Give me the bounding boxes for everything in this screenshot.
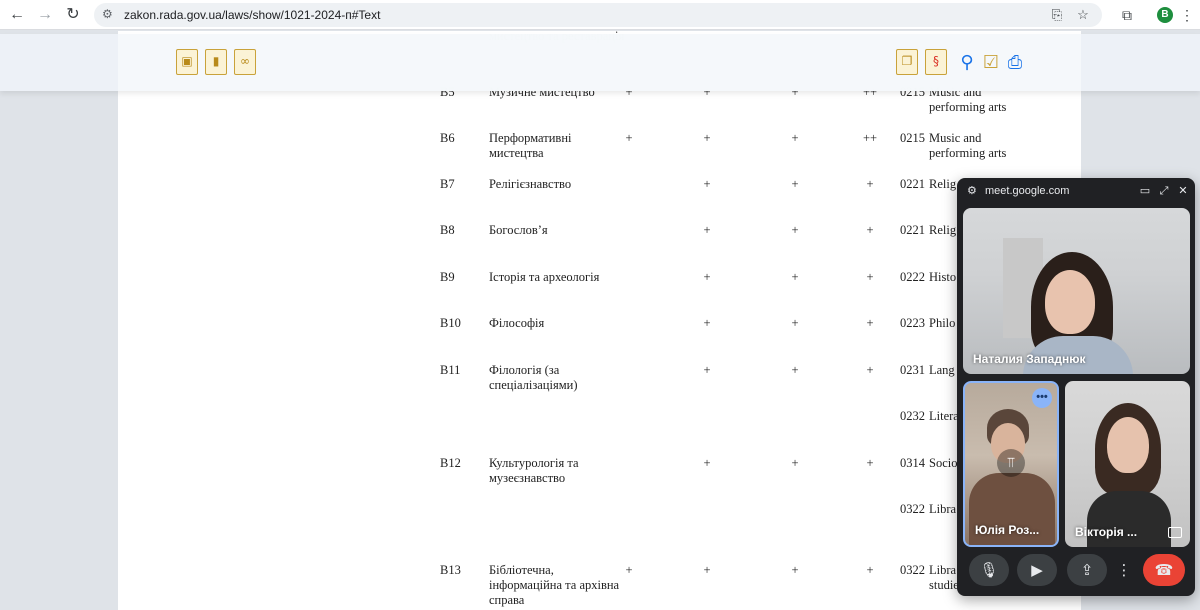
forward-arrow-icon[interactable]: → (34, 4, 56, 26)
table-cell-mark: + (703, 131, 711, 145)
table-cell-isced-code: 0215 (900, 131, 925, 145)
table-cell-name: Богослов’я (489, 223, 548, 237)
table-cell-code: B11 (440, 363, 461, 377)
mic-icon[interactable]: 🎙︎ (969, 554, 1009, 586)
table-cell-code: B10 (440, 316, 461, 330)
browser-toolbar: ← → ↻ ⚙ zakon.rada.gov.ua/laws/show/1021… (0, 0, 1200, 30)
camera-icon[interactable]: ▶︎ (1017, 554, 1057, 586)
more-icon[interactable]: ⋮ (1115, 554, 1133, 586)
table-cell-isced-code: 0223 (900, 316, 925, 330)
table-cell-mark: + (866, 456, 874, 470)
pip-site-title: meet.google.com (985, 185, 1070, 197)
pin-icon[interactable]: ⫪ (997, 449, 1025, 477)
table-cell-code: B8 (440, 223, 455, 237)
table-cell-mark: + (866, 223, 874, 237)
document-toolbar: ▣ ▮ ∞ ❐ § ⚲ ☑ ⎙ (0, 34, 1200, 91)
table-cell-name: Культурологія та музеєзнавство (489, 456, 579, 485)
end-call-icon[interactable]: ☎︎ (1143, 554, 1185, 586)
table-cell-mark: + (703, 363, 711, 377)
more-options-icon[interactable]: ••• (1032, 388, 1052, 408)
table-cell-mark: + (866, 177, 874, 191)
table-cell-isced-code: 0322 (900, 563, 925, 577)
table-cell-code: B9 (440, 270, 455, 284)
table-cell-mark: + (625, 131, 633, 145)
table-cell-mark: + (791, 131, 799, 145)
table-cell-isced-code: 0314 (900, 456, 925, 470)
briefcase-doc-icon[interactable]: ▣ (176, 49, 198, 75)
table-cell-name: Перформативні мистецтва (489, 131, 572, 160)
link-doc-icon[interactable]: ∞ (234, 49, 256, 75)
table-cell-mark: + (791, 316, 799, 330)
participant-face (1045, 270, 1095, 334)
table-cell-mark: ++ (862, 131, 878, 145)
search-icon[interactable]: ⚲ (955, 51, 979, 75)
back-to-tab-icon[interactable]: ⤢ (1156, 183, 1172, 199)
meet-pip-window[interactable]: ⚙ meet.google.com ▭ ⤢ ✕ Наталия Западнюк… (957, 178, 1195, 596)
table-cell-mark: + (703, 563, 711, 577)
table-cell-mark: + (791, 563, 799, 577)
table-cell-isced-code: 0231 (900, 363, 925, 377)
call-controls: 🎙︎ ▶︎ ⇪ ⋮ ☎︎ (957, 550, 1195, 596)
table-cell-code: B12 (440, 456, 461, 470)
table-cell-name: Історія та археологія (489, 270, 600, 284)
table-cell-mark: + (791, 270, 799, 284)
url-text[interactable]: zakon.rada.gov.ua/laws/show/1021-2024-п#… (124, 7, 380, 23)
participant-name: Вікторія ... (1075, 525, 1138, 539)
site-info-icon[interactable]: ⚙ (967, 184, 977, 197)
address-bar[interactable]: ⚙ zakon.rada.gov.ua/laws/show/1021-2024-… (94, 3, 1102, 27)
check-icon[interactable]: ☑ (979, 51, 1003, 75)
table-cell-mark: + (866, 563, 874, 577)
puzzle-icon[interactable]: ⧉ (1116, 4, 1138, 26)
screen-share-icon (1168, 527, 1182, 538)
copy-doc-icon[interactable]: ❐ (896, 49, 918, 75)
document-body: мистецтво та реставрація B5Музичне мисте… (118, 31, 1081, 610)
table-cell-mark: + (703, 223, 711, 237)
camera-small-icon[interactable]: ▭ (1137, 183, 1153, 199)
reload-icon[interactable]: ↻ (62, 4, 84, 26)
table-cell-mark: + (791, 456, 799, 470)
bookmark-doc-icon[interactable]: ▮ (205, 49, 227, 75)
participant-tile-main[interactable]: Наталия Западнюк (963, 208, 1190, 374)
table-cell-code: B7 (440, 177, 455, 191)
table-cell-name: Філософія (489, 316, 545, 330)
present-icon[interactable]: ⇪ (1067, 554, 1107, 586)
table-cell-code: B13 (440, 563, 461, 577)
table-cell-isced-code: 0222 (900, 270, 925, 284)
table-cell-mark: + (866, 270, 874, 284)
pip-header: ⚙ meet.google.com ▭ ⤢ ✕ (957, 178, 1195, 204)
table-cell-mark: + (791, 363, 799, 377)
table-cell-mark: + (791, 223, 799, 237)
table-cell-isced-code: 0221 (900, 223, 925, 237)
table-cell-mark: + (703, 177, 711, 191)
participant-tile-other[interactable]: Вікторія ... (1065, 381, 1190, 547)
site-info-icon[interactable]: ⚙ (102, 7, 116, 21)
table-cell-name: Релігієзнавство (489, 177, 572, 191)
participant-name: Наталия Западнюк (973, 352, 1086, 366)
table-cell-code: B6 (440, 131, 455, 145)
table-cell-isced-code: 0322 (900, 502, 925, 516)
table-cell-mark: + (703, 316, 711, 330)
table-cell-isced-code: 0232 (900, 409, 925, 423)
table-cell-mark: + (703, 270, 711, 284)
print-icon[interactable]: ⎙ (1003, 51, 1027, 75)
table-cell-mark: + (866, 363, 874, 377)
participant-tile-self[interactable]: ••• ⫪ Юлія Роз... (963, 381, 1059, 547)
install-app-icon[interactable]: ⎘ (1048, 6, 1066, 24)
table-cell-isced-code: 0221 (900, 177, 925, 191)
table-cell-name: Філологія (за спеціалізаціями) (489, 363, 578, 392)
table-cell-isced-name: Music and performing arts (929, 131, 1007, 160)
kebab-menu-icon[interactable]: ⋮ (1180, 4, 1194, 26)
table-cell-name: Бібліотечна, інформаційна та архівна спр… (489, 563, 620, 607)
table-cell-mark: + (866, 316, 874, 330)
section-doc-icon[interactable]: § (925, 49, 947, 75)
participant-name: Юлія Роз... (975, 523, 1040, 537)
table-cell-mark: + (791, 177, 799, 191)
table-cell-mark: + (703, 456, 711, 470)
profile-avatar[interactable]: B (1157, 7, 1173, 23)
back-arrow-icon[interactable]: ← (6, 4, 28, 26)
table-cell-mark: + (625, 563, 633, 577)
star-icon[interactable]: ☆ (1074, 6, 1092, 24)
close-icon[interactable]: ✕ (1175, 183, 1191, 199)
